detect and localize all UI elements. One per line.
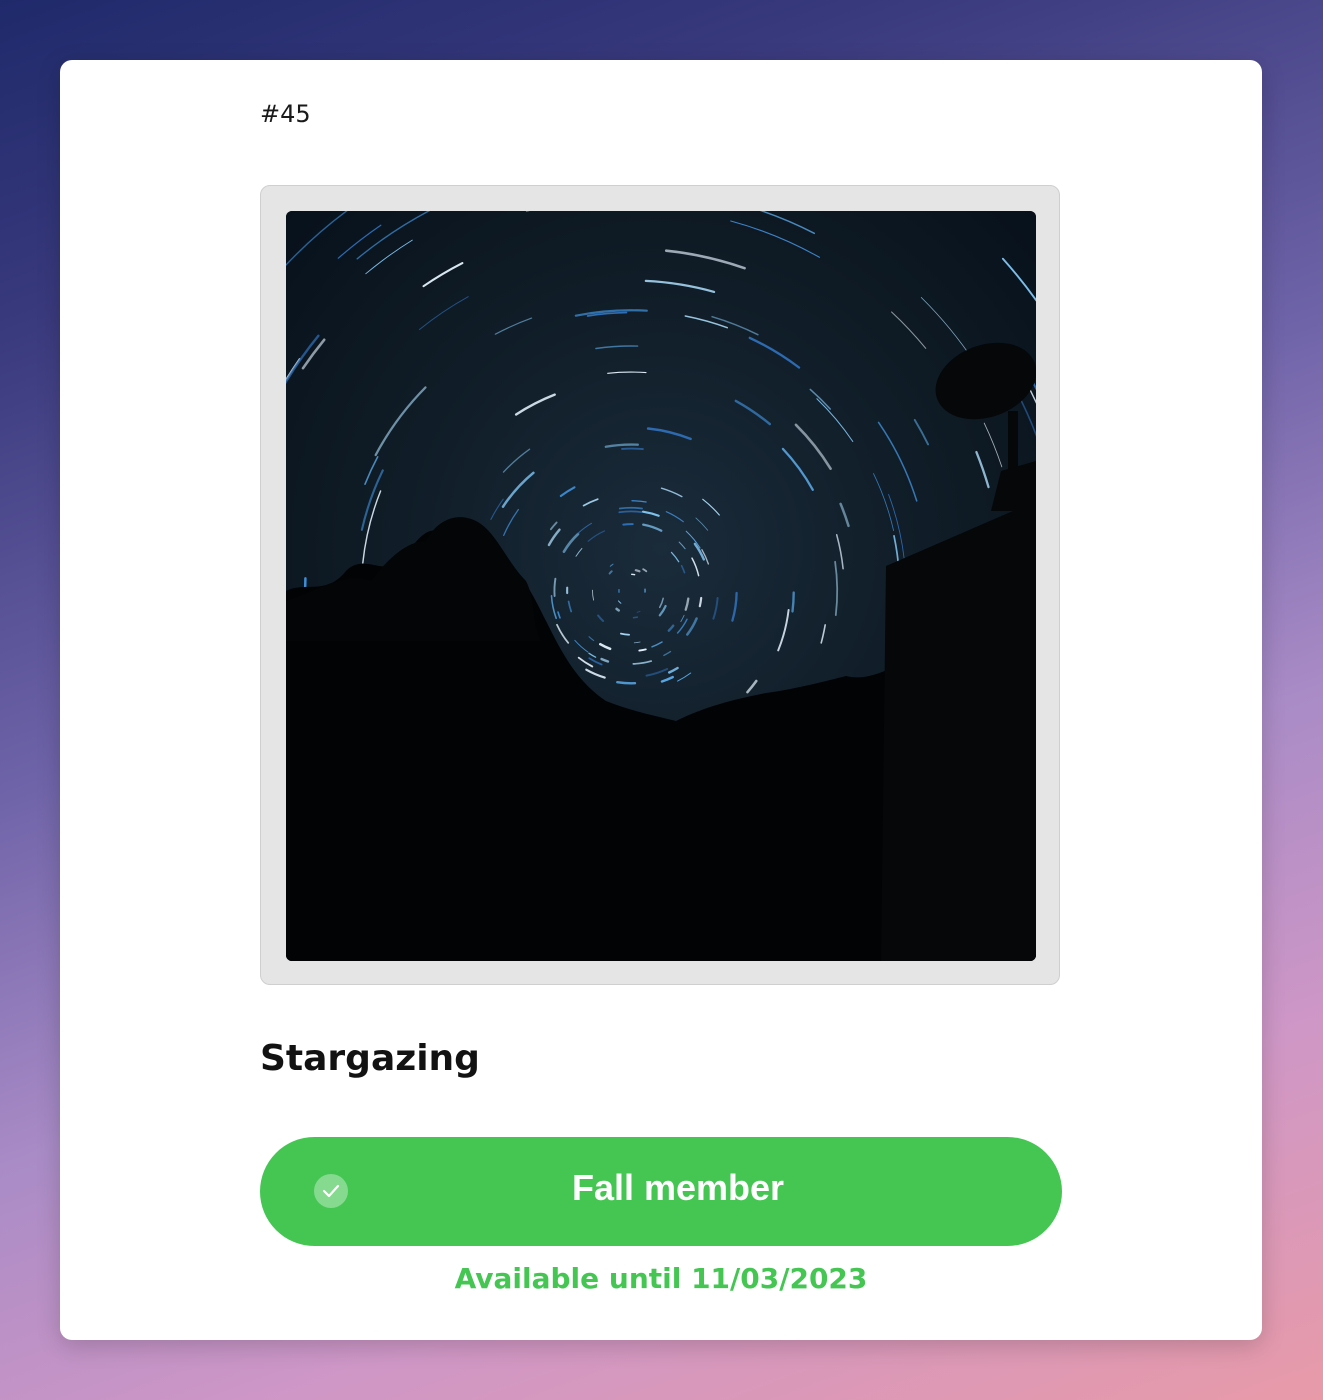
- star-trail: [615, 607, 620, 612]
- item-number: #45: [260, 100, 311, 128]
- star-trail: [622, 523, 634, 526]
- star-trail: [698, 596, 703, 608]
- star-trail-photo[interactable]: [286, 211, 1036, 961]
- nft-card: #45 Stargazing Fall member Available unt…: [60, 60, 1262, 1340]
- star-trail: [634, 569, 641, 573]
- item-title: Stargazing: [260, 1038, 480, 1079]
- star-trail: [638, 648, 647, 652]
- star-trail: [618, 506, 643, 510]
- star-trail: [791, 591, 795, 613]
- star-trail: [616, 681, 637, 685]
- star-trail: [632, 616, 638, 619]
- fall-member-label: Fall member: [571, 1167, 785, 1208]
- availability-date: Available until 11/03/2023: [454, 1262, 868, 1295]
- star-trail: [553, 577, 557, 597]
- fall-member-button[interactable]: Fall member: [260, 1137, 1062, 1246]
- star-trail: [618, 510, 643, 514]
- image-frame: [260, 185, 1060, 985]
